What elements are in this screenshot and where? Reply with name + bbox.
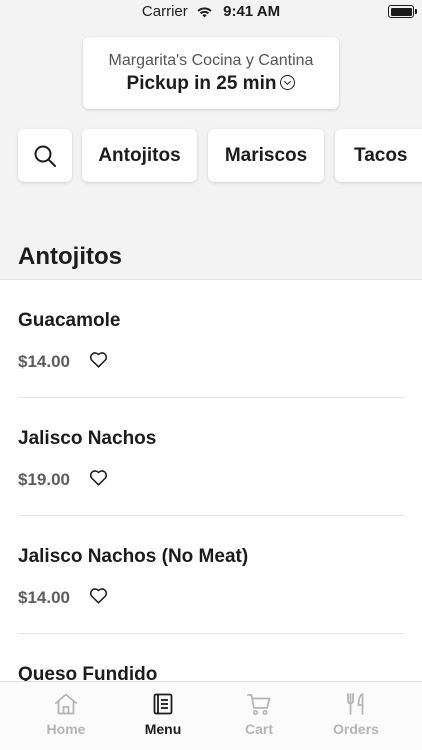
tab-label: Orders <box>333 721 379 737</box>
chevron-down-circle-icon <box>280 75 296 90</box>
pickup-selector[interactable]: Margarita's Cocina y Cantina Pickup in 2… <box>83 37 339 109</box>
menu-item-name: Jalisco Nachos <box>18 428 157 449</box>
battery-icon <box>388 5 417 18</box>
menu-item-price: $14.00 <box>18 588 70 607</box>
search-icon <box>34 145 56 167</box>
tab-label: Home <box>46 721 86 737</box>
fork-knife-icon <box>347 693 364 715</box>
tab-cart[interactable]: Cart <box>211 692 307 737</box>
category-chip-tacos[interactable]: Tacos <box>335 129 422 182</box>
tab-bar: Home Menu Cart Orders <box>0 681 422 750</box>
category-chip-mariscos[interactable]: Mariscos <box>208 129 324 182</box>
tab-label: Cart <box>244 721 273 737</box>
menu-item[interactable]: Jalisco Nachos $19.00 <box>0 398 422 516</box>
category-chip-antojitos[interactable]: Antojitos <box>82 129 197 182</box>
carrier-label: Carrier <box>141 3 188 20</box>
search-button[interactable] <box>18 129 72 182</box>
menu-item-name: Queso Fundido <box>18 664 158 681</box>
menu-item-price: $14.00 <box>18 352 70 371</box>
pickup-time-row: Pickup in 25 min <box>83 73 339 95</box>
menu-book-icon <box>153 693 173 715</box>
menu-item[interactable]: Queso Fundido <box>0 634 422 681</box>
section-title: Antojitos <box>18 243 122 270</box>
tab-label: Menu <box>144 721 182 737</box>
menu-item[interactable]: Guacamole $14.00 <box>0 280 422 398</box>
menu-item-price: $19.00 <box>18 470 70 489</box>
heart-icon[interactable] <box>89 587 108 604</box>
tab-home[interactable]: Home <box>18 692 114 737</box>
status-center: Carrier 9:41 AM <box>0 3 422 20</box>
heart-icon[interactable] <box>89 351 108 368</box>
menu-item[interactable]: Jalisco Nachos (No Meat) $14.00 <box>0 516 422 634</box>
menu-item-name: Jalisco Nachos (No Meat) <box>18 546 249 567</box>
wifi-icon <box>197 7 212 18</box>
status-time: 9:41 AM <box>223 3 281 20</box>
heart-icon[interactable] <box>89 469 108 486</box>
status-bar: Carrier 9:41 AM <box>0 0 422 24</box>
menu-item-name: Guacamole <box>18 310 121 331</box>
tab-orders[interactable]: Orders <box>308 692 404 737</box>
menu-item-list[interactable]: Guacamole $14.00 Jalisco Nachos $19.00 J… <box>0 279 422 681</box>
cart-icon <box>247 694 271 715</box>
restaurant-name: Margarita's Cocina y Cantina <box>108 52 314 69</box>
home-icon <box>55 693 77 715</box>
tab-menu[interactable]: Menu <box>115 692 211 737</box>
pickup-label: Pickup in 25 min <box>126 73 277 94</box>
